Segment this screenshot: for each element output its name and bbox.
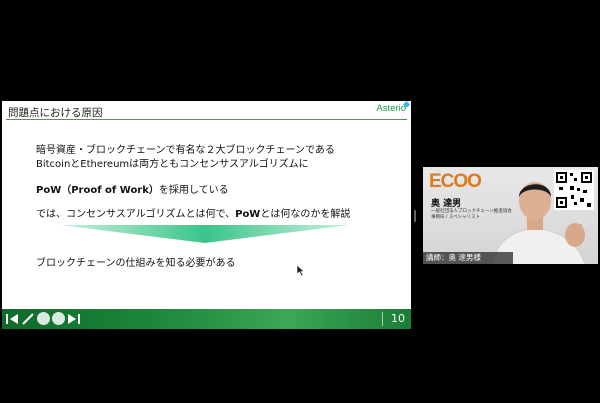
ecoo-logo: ECOO xyxy=(429,171,482,192)
pen-tool-icon[interactable] xyxy=(21,312,35,326)
footer-separator xyxy=(382,312,383,326)
pow-term: PoW（Proof of Work） xyxy=(36,185,159,196)
slide-text-line-4-c: とは何なのかを解説 xyxy=(260,209,351,220)
asterio-logo: Asterio xyxy=(376,103,406,114)
slide-page-number: 10 xyxy=(391,312,405,325)
speaker-caption: 講師：奥 達男様 xyxy=(423,252,513,264)
prev-slide-icon[interactable] xyxy=(5,312,19,326)
shared-slide: 問題点における原因 Asterio 暗号資産・ブロックチェーンで有名な２大ブロッ… xyxy=(2,101,411,329)
panel-resize-handle[interactable] xyxy=(414,210,416,222)
speaker-name: 奥 達男 xyxy=(431,199,462,209)
slide-nav-controls xyxy=(5,312,81,326)
down-arrow-icon xyxy=(60,225,350,243)
slide-text-line-4: では、コンセンサスアルゴリズムとは何で、PoWとは何なのかを解説 xyxy=(36,205,350,220)
slide-footer: 10 xyxy=(2,309,411,329)
slide-text-line-3-rest: を採用している xyxy=(158,185,229,196)
next-slide-icon[interactable] xyxy=(67,312,81,326)
slide-text-line-4-a: では、コンセンサスアルゴリズムとは何で、 xyxy=(36,209,236,220)
mouse-cursor-icon xyxy=(297,265,305,276)
slide-title: 問題点における原因 xyxy=(8,107,103,119)
view-options-button[interactable] xyxy=(37,312,50,325)
pow-term-2: PoW xyxy=(235,209,261,220)
speaker-video-tile[interactable]: ECOO 奥 達男 一般社団法人ブロックチェーン推進協会 事務局 / スペシャリ… xyxy=(423,167,598,264)
title-divider xyxy=(6,119,407,120)
slide-text-line-2: BitcoinとEthereumは両方ともコンセンサスアルゴリズムに xyxy=(36,159,309,170)
speaker-figure xyxy=(492,182,586,264)
slide-text-line-3: PoW（Proof of Work）を採用している xyxy=(36,181,229,196)
slide-text-line-6: ブロックチェーンの仕組みを知る必要がある xyxy=(36,258,236,269)
more-options-button[interactable] xyxy=(52,312,65,325)
slide-text-line-1: 暗号資産・ブロックチェーンで有名な２大ブロックチェーンである xyxy=(36,145,335,156)
